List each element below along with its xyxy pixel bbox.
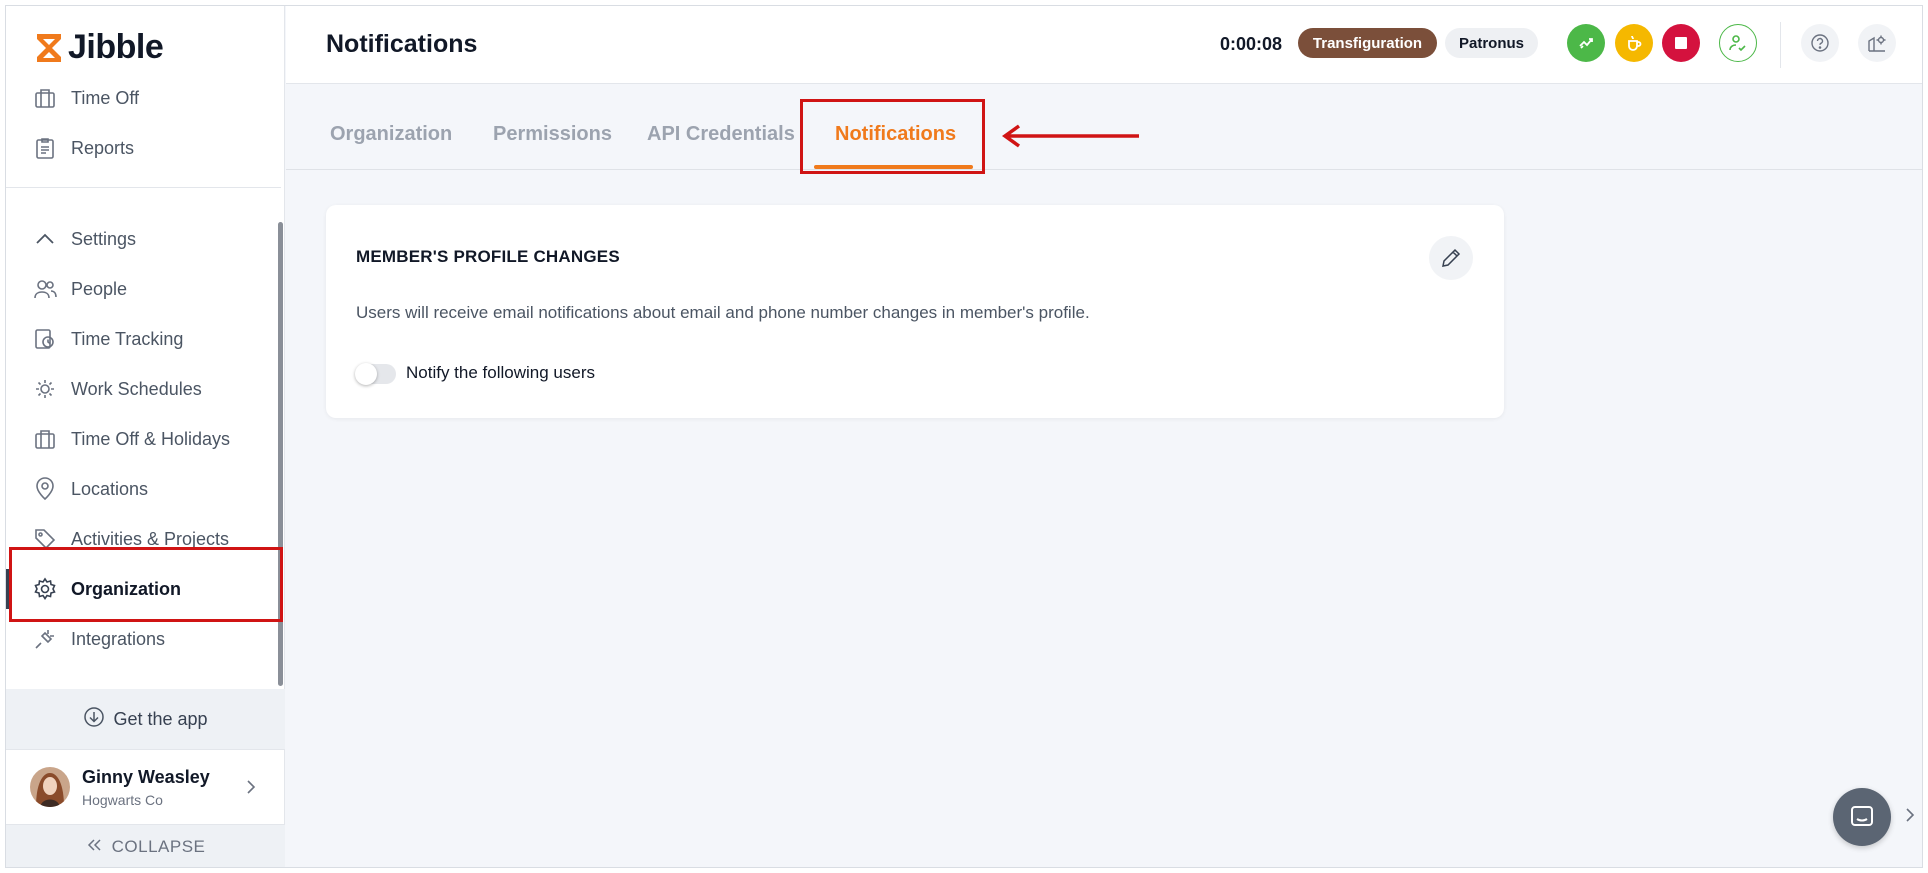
chat-button[interactable] [1833, 788, 1891, 846]
download-icon [83, 706, 105, 733]
sidebar-item-time-off[interactable]: Time Off [6, 74, 285, 122]
chevron-right-icon [245, 778, 257, 801]
sidebar-item-time-tracking[interactable]: Time Tracking [6, 315, 285, 363]
sidebar-item-label: Integrations [71, 628, 166, 649]
collapse-label: COLLAPSE [111, 837, 206, 856]
jibble-logo[interactable]: Jibble [34, 28, 164, 67]
sidebar-divider [6, 187, 281, 188]
chevron-up-icon [33, 227, 57, 251]
user-profile[interactable]: Ginny Weasley Hogwarts Co [6, 749, 285, 825]
card-description: Users will receive email notifications a… [356, 303, 1090, 322]
tab-api-credentials[interactable]: API Credentials [647, 123, 795, 146]
logo-text: Jibble [68, 28, 164, 66]
member-profile-changes-card: MEMBER'S PROFILE CHANGES Users will rece… [326, 205, 1504, 418]
suitcase-icon [33, 86, 57, 110]
location-pin-icon [33, 477, 57, 501]
sidebar-item-label: Reports [71, 137, 135, 158]
tab-organization[interactable]: Organization [330, 123, 452, 146]
tab-permissions[interactable]: Permissions [493, 123, 612, 146]
stop-icon [1675, 37, 1687, 49]
chevron-right-icon[interactable] [1904, 806, 1916, 829]
sidebar-item-label: Time Off & Holidays [71, 428, 231, 449]
sidebar: Jibble Time Off Reports Settings People … [6, 6, 285, 867]
notifications-tab-highlight [800, 99, 985, 174]
switch-icon [1579, 38, 1593, 49]
pencil-icon [1442, 248, 1461, 267]
edit-button[interactable] [1429, 236, 1473, 280]
organization-item-highlight [9, 547, 283, 622]
clock-in-status-button[interactable] [1719, 24, 1757, 62]
sidebar-item-settings[interactable]: Settings [6, 215, 285, 263]
avatar [30, 767, 70, 807]
clipboard-icon [33, 136, 57, 160]
get-the-app-label: Get the app [113, 708, 208, 729]
sidebar-item-label: People [71, 278, 128, 299]
sidebar-item-time-off-holidays[interactable]: Time Off & Holidays [6, 415, 285, 463]
collapse-button[interactable]: COLLAPSE [6, 825, 285, 867]
jibble-logo-icon [37, 33, 61, 62]
sidebar-item-label: Time Off [71, 87, 140, 108]
notify-users-toggle[interactable] [355, 363, 396, 385]
suitcase-icon [33, 427, 57, 451]
page-title: Notifications [326, 30, 478, 58]
notify-users-label: Notify the following users [406, 363, 595, 382]
break-button[interactable] [1615, 24, 1653, 62]
user-name: Ginny Weasley [82, 766, 210, 787]
coffee-cup-icon [1628, 35, 1642, 51]
chat-icon [1851, 806, 1873, 826]
sidebar-item-people[interactable]: People [6, 265, 285, 313]
help-icon [1811, 34, 1829, 52]
integrations-icon [33, 627, 57, 651]
building-gear-icon [1868, 35, 1886, 52]
people-icon [33, 277, 57, 301]
toggle-knob [355, 363, 377, 385]
user-check-icon [1729, 35, 1746, 52]
header-separator [1780, 22, 1781, 68]
timer-display: 0:00:08 [1220, 34, 1283, 54]
time-tracking-icon [33, 327, 57, 351]
sidebar-item-label: Locations [71, 478, 149, 499]
help-button[interactable] [1801, 24, 1839, 62]
org-settings-button[interactable] [1858, 24, 1896, 62]
activity-chip[interactable]: Transfiguration [1298, 28, 1437, 58]
double-chevron-left-icon [86, 837, 102, 857]
sidebar-item-locations[interactable]: Locations [6, 465, 285, 513]
sidebar-item-reports[interactable]: Reports [6, 124, 285, 172]
card-title: MEMBER'S PROFILE CHANGES [356, 247, 620, 266]
sidebar-item-label: Work Schedules [71, 378, 202, 399]
user-organization: Hogwarts Co [82, 791, 163, 808]
stop-timer-button[interactable] [1662, 24, 1700, 62]
sidebar-item-label: Settings [71, 228, 137, 249]
schedule-icon [33, 377, 57, 401]
project-chip[interactable]: Patronus [1445, 28, 1538, 58]
annotation-arrow-icon [1001, 124, 1139, 148]
get-the-app-button[interactable]: Get the app [6, 689, 285, 749]
sidebar-item-integrations[interactable]: Integrations [6, 615, 285, 663]
sidebar-item-label: Time Tracking [71, 328, 184, 349]
app-frame: Jibble Time Off Reports Settings People … [5, 5, 1923, 868]
sidebar-item-work-schedules[interactable]: Work Schedules [6, 365, 285, 413]
switch-activity-button[interactable] [1567, 24, 1605, 62]
top-header: Notifications 0:00:08 Transfiguration Pa… [286, 6, 1922, 84]
